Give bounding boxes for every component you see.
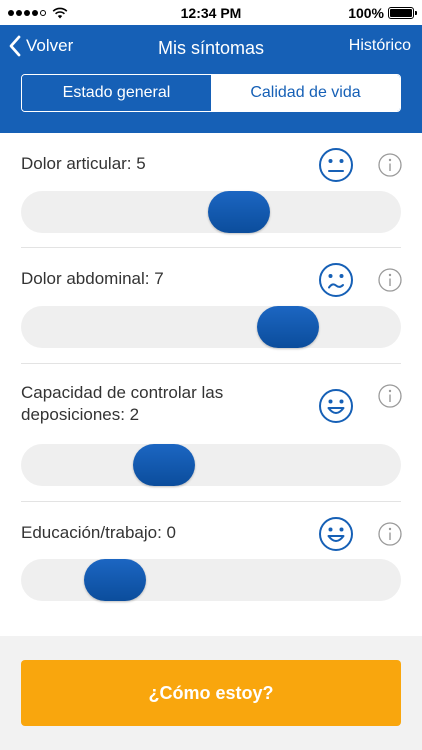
slider-thumb[interactable] (256, 306, 319, 348)
info-icon[interactable] (378, 153, 402, 177)
symptom-item-educacion-trabajo: Educación/trabajo: 0 (0, 502, 422, 636)
neutral-face-icon (319, 148, 353, 182)
slider-thumb[interactable] (84, 559, 146, 601)
symptom-item-dolor-articular: Dolor articular: 5 (0, 133, 422, 248)
chevron-left-icon (9, 35, 21, 57)
slider-thumb[interactable] (133, 444, 196, 486)
tab-estado-general[interactable]: Estado general (22, 75, 211, 111)
bottom-area: ¿Cómo estoy? (0, 636, 422, 750)
symptom-label: Dolor abdominal: 7 (21, 269, 164, 288)
slider-thumb[interactable] (207, 191, 270, 233)
symptom-label: Dolor articular: 5 (21, 154, 146, 173)
symptom-label: Capacidad de controlar las deposiciones:… (21, 383, 224, 424)
symptom-item-dolor-abdominal: Dolor abdominal: 7 (0, 248, 422, 364)
history-button[interactable]: Histórico (349, 37, 411, 55)
status-bar: 12:34 PM 100% (0, 0, 422, 25)
status-right: 100% (348, 4, 417, 21)
symptom-item-capacidad-deposiciones: Capacidad de controlar las deposiciones:… (0, 364, 422, 502)
slider-track[interactable] (21, 444, 401, 486)
battery-percent: 100% (348, 4, 384, 21)
info-icon[interactable] (378, 268, 402, 292)
segmented-control: Estado general Calidad de vida (21, 74, 401, 112)
sad-face-icon (319, 263, 353, 297)
info-icon[interactable] (378, 384, 402, 408)
back-button[interactable]: Volver (8, 35, 73, 57)
tab-calidad-de-vida[interactable]: Calidad de vida (211, 75, 400, 111)
symptom-label: Educación/trabajo: 0 (21, 523, 176, 542)
signal-strength-icon (8, 9, 46, 16)
wifi-icon (52, 7, 68, 18)
slider-track[interactable] (21, 191, 401, 233)
happy-face-icon (319, 517, 353, 551)
como-estoy-button[interactable]: ¿Cómo estoy? (21, 660, 401, 726)
status-left (8, 7, 68, 19)
happy-face-icon (319, 389, 353, 423)
battery-icon (388, 6, 417, 19)
nav-row: Volver Mis síntomas Histórico (0, 25, 422, 71)
back-label: Volver (26, 36, 74, 55)
nav-header: Volver Mis síntomas Histórico Estado gen… (0, 25, 422, 133)
slider-track[interactable] (21, 306, 401, 348)
info-icon[interactable] (378, 522, 402, 546)
slider-track[interactable] (21, 559, 401, 601)
